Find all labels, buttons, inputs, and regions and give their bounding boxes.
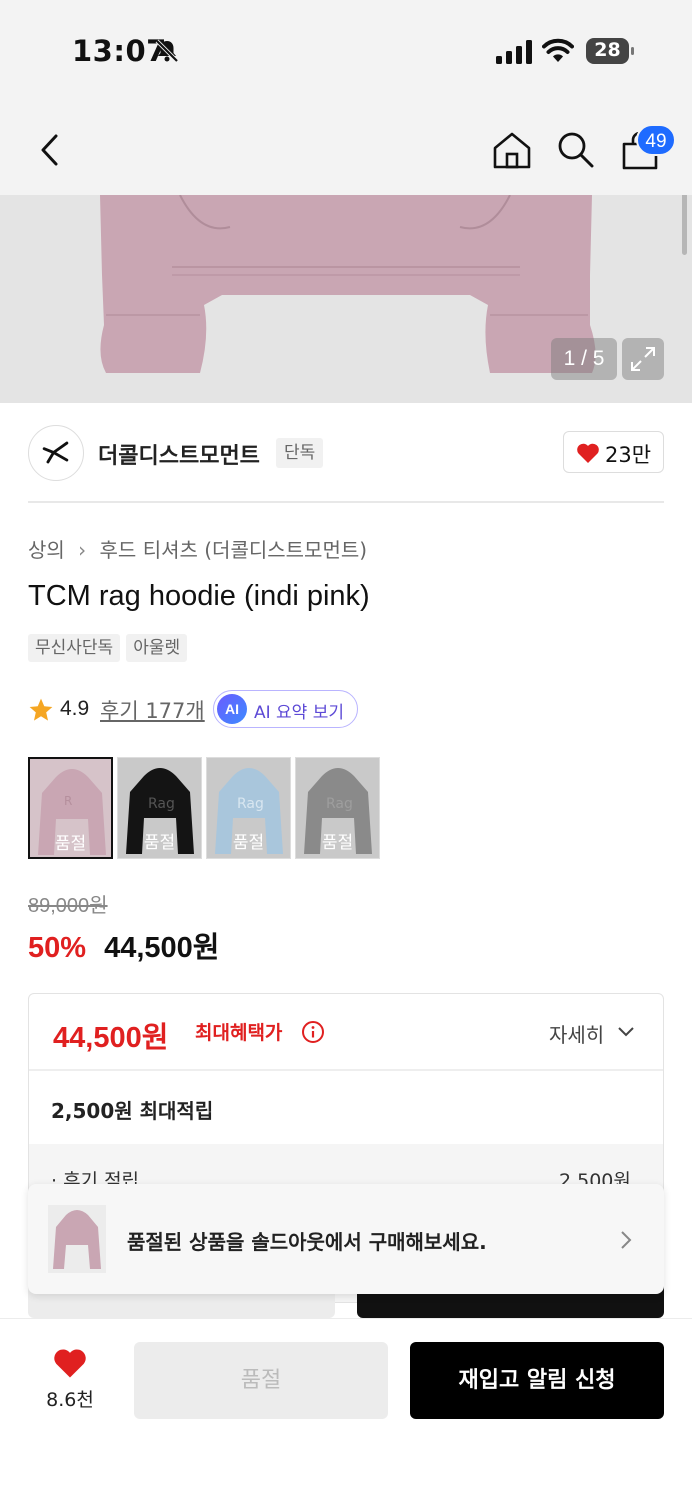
original-price: 89,000원 <box>28 895 108 917</box>
chevron-right-icon: › <box>78 538 87 562</box>
heart-icon <box>54 1349 86 1378</box>
chevron-down-icon[interactable] <box>617 1025 635 1039</box>
cellular-signal-icon <box>496 40 532 64</box>
max-points: 2,500원 최대적립 <box>51 1099 214 1123</box>
restock-alert-button[interactable]: 재입고 알림 신청 <box>410 1342 664 1419</box>
product-tags: 무신사단독 아울렛 <box>28 634 188 662</box>
toast-thumbnail <box>48 1205 106 1273</box>
max-benefit-price: 44,500원 <box>53 1022 169 1054</box>
battery-icon: 28 <box>586 38 634 64</box>
brand-like-button[interactable]: 23만 <box>563 431 664 473</box>
bottom-action-bar: 8.6천 품절 재입고 알림 신청 <box>0 1318 692 1500</box>
expand-icon <box>631 347 655 371</box>
color-option-pink[interactable]: R 품절 <box>28 757 113 859</box>
brand-like-count: 23만 <box>605 443 652 467</box>
exclusive-tag: 단독 <box>276 438 324 468</box>
ai-summary-button[interactable]: AI AI 요약 보기 <box>213 690 358 728</box>
back-arrow-icon[interactable] <box>36 132 64 168</box>
wishlist-button[interactable]: 8.6천 <box>40 1347 100 1417</box>
info-icon[interactable] <box>301 1020 325 1044</box>
breadcrumb: 상의 › 후드 티셔츠 (더콜디스트모먼트) <box>28 534 367 563</box>
status-time: 13:07 <box>72 34 167 68</box>
rating-value: 4.9 <box>60 697 90 720</box>
divider <box>29 1069 663 1071</box>
toast-message: 품절된 상품을 솔드아웃에서 구매해보세요. <box>127 1230 487 1254</box>
chevron-right-icon <box>621 1231 632 1249</box>
soldout-label: 품절 <box>143 833 176 853</box>
discount-rate: 50% <box>28 932 87 964</box>
wishlist-count: 8.6천 <box>46 1389 94 1411</box>
expand-button[interactable] <box>622 338 664 380</box>
soldout-label: 품절 <box>54 834 87 854</box>
brand-logo[interactable] <box>28 425 84 481</box>
sale-price: 44,500원 <box>104 932 220 964</box>
battery-level: 28 <box>594 39 621 61</box>
image-counter: 1 / 5 <box>551 338 617 380</box>
status-bar: 13:07 28 <box>0 0 692 100</box>
soldout-label: 품절 <box>232 833 265 853</box>
tag-outlet: 아울렛 <box>126 634 188 662</box>
nav-bar <box>0 100 692 195</box>
svg-text:Rag: Rag <box>148 796 175 812</box>
bell-muted-icon <box>155 39 179 63</box>
color-option-black[interactable]: Rag 품절 <box>117 757 202 859</box>
soldout-button[interactable]: 품절 <box>134 1342 388 1419</box>
breadcrumb-subcategory[interactable]: 후드 티셔츠 (더콜디스트모먼트) <box>100 538 368 562</box>
price-row: 50% 44,500원 <box>28 924 220 966</box>
home-icon[interactable] <box>492 130 532 170</box>
breadcrumb-category[interactable]: 상의 <box>28 538 65 562</box>
svg-text:R: R <box>64 794 72 808</box>
cart-count-badge: 49 <box>636 124 676 156</box>
hoodie-thumbnail <box>53 1210 101 1269</box>
soldout-toast[interactable]: 품절된 상품을 솔드아웃에서 구매해보세요. <box>28 1184 664 1294</box>
search-icon[interactable] <box>556 130 594 168</box>
divider <box>28 501 664 503</box>
wifi-icon <box>542 38 574 62</box>
review-count-link[interactable]: 후기 177개 <box>100 695 205 725</box>
benefit-detail-toggle[interactable]: 자세히 <box>549 1019 604 1048</box>
ai-badge-icon: AI <box>217 694 247 724</box>
color-option-blue[interactable]: Rag 품절 <box>206 757 291 859</box>
brand-logo-icon <box>42 441 69 464</box>
scroll-indicator <box>682 195 687 255</box>
heart-icon <box>577 443 599 463</box>
svg-text:Rag: Rag <box>326 796 353 812</box>
max-benefit-label: 최대혜택가 <box>195 1022 283 1044</box>
tag-musinsa-exclusive: 무신사단독 <box>28 634 121 662</box>
star-icon <box>29 698 53 721</box>
ai-summary-label: AI 요약 보기 <box>254 703 345 723</box>
brand-name[interactable]: 더콜디스트모먼트 <box>98 438 260 470</box>
color-options: R 품절 Rag 품절 Rag 품절 Rag 품절 <box>28 757 380 859</box>
soldout-label: 품절 <box>321 833 354 853</box>
svg-text:Rag: Rag <box>237 796 264 812</box>
color-option-gray[interactable]: Rag 품절 <box>295 757 380 859</box>
product-title: TCM rag hoodie (indi pink) <box>28 580 370 612</box>
